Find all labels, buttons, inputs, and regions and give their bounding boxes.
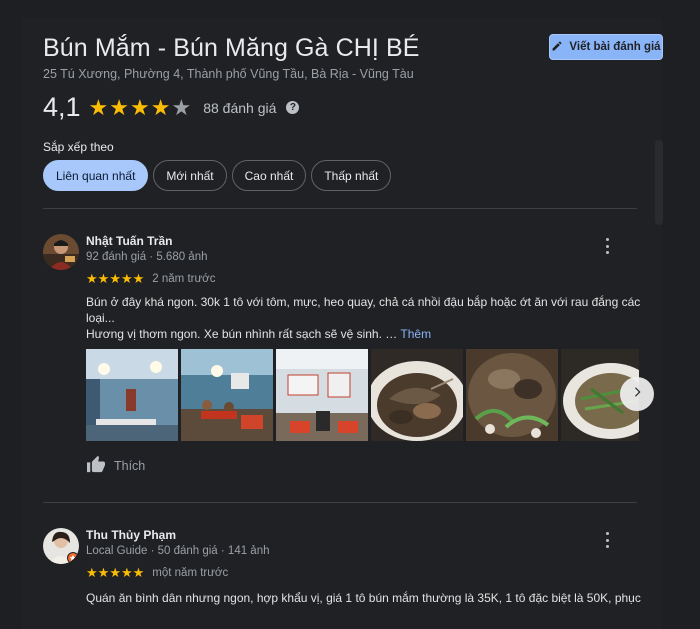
divider (43, 208, 637, 209)
star-icon: ★ (88, 94, 109, 120)
review-text-line: Bún ở đây khá ngon. 30k 1 tô với tôm, mự… (86, 295, 641, 309)
sort-label: Sắp xếp theo (43, 140, 114, 154)
pencil-icon (551, 40, 563, 55)
sort-chips: Liên quan nhất Mới nhất Cao nhất Thấp nh… (43, 160, 392, 191)
review-stars: ★ ★ ★ ★ ★ (86, 566, 144, 579)
reviewer-info: Thu Thủy Phạm Local Guide · 50 đánh giá … (86, 528, 270, 557)
reviewer-meta: 92 đánh giá · 5.680 ảnh (86, 251, 208, 263)
chevron-right-icon (630, 385, 644, 404)
star-icon: ★ (132, 565, 145, 580)
review-photo[interactable] (466, 349, 558, 441)
avatar[interactable] (43, 234, 79, 270)
review-count: 88 đánh giá (203, 99, 277, 116)
place-address: 25 Tú Xương, Phường 4, Thành phố Vũng Tầ… (43, 67, 414, 81)
review-photo[interactable] (181, 349, 273, 441)
write-review-label: Viết bài đánh giá (569, 41, 661, 53)
review-text: Bún ở đây khá ngon. 30k 1 tô với tôm, mự… (86, 294, 641, 342)
reviews-panel: Bún Mắm - Bún Măng Gà CHỊ BÉ 25 Tú Xương… (22, 18, 663, 629)
rating-value: 4,1 (43, 92, 81, 122)
star-icon: ★ (120, 565, 133, 580)
review-rating: ★ ★ ★ ★ ★ một năm trước (86, 566, 228, 579)
review-item: Thu Thủy Phạm Local Guide · 50 đánh giá … (43, 528, 643, 629)
sort-chip-lowest[interactable]: Thấp nhất (311, 160, 392, 191)
more-options-icon[interactable] (601, 532, 613, 548)
review-photos (86, 349, 639, 441)
star-icon: ★ (109, 271, 121, 286)
review-photo[interactable] (86, 349, 178, 441)
review-rating: ★ ★ ★ ★ ★ 2 năm trước (86, 272, 215, 285)
more-link[interactable]: Thêm (400, 327, 431, 341)
sort-chip-newest[interactable]: Mới nhất (153, 160, 227, 191)
reviewer-name[interactable]: Thu Thủy Phạm (86, 528, 270, 542)
reviewer-info: Nhật Tuấn Trần 92 đánh giá · 5.680 ảnh (86, 234, 208, 263)
like-button[interactable]: Thích (86, 455, 145, 476)
review-date: một năm trước (152, 566, 229, 579)
thumbs-up-icon (86, 455, 106, 476)
scrollbar[interactable] (655, 140, 663, 225)
review-item: Nhật Tuấn Trần 92 đánh giá · 5.680 ảnh ★… (43, 234, 654, 494)
next-photo-button[interactable] (620, 377, 654, 411)
star-icon: ★ (97, 271, 110, 286)
review-text-line: Quán ăn bình dân nhưng ngon, hợp khẩu vị… (86, 591, 641, 605)
place-header: Bún Mắm - Bún Măng Gà CHỊ BÉ 25 Tú Xương… (43, 34, 420, 81)
reviewer-meta: Local Guide · 50 đánh giá · 141 ảnh (86, 545, 270, 557)
avatar[interactable] (43, 528, 79, 564)
star-empty-icon: ★ (171, 94, 192, 120)
star-icon: ★ (120, 271, 133, 286)
review-photo[interactable] (276, 349, 368, 441)
review-text-line: loại... (86, 311, 115, 325)
review-date: 2 năm trước (152, 272, 216, 285)
review-text-line: Hương vị thơm ngon. Xe bún nhình rất sạc… (86, 327, 398, 341)
review-photo[interactable] (371, 349, 463, 441)
review-text: Quán ăn bình dân nhưng ngon, hợp khẩu vị… (86, 590, 641, 606)
write-review-button[interactable]: Viết bài đánh giá (549, 34, 663, 60)
star-icon: ★ (97, 565, 110, 580)
local-guide-badge-icon (67, 552, 79, 564)
star-icon: ★ (86, 271, 98, 286)
star-icon: ★ (86, 565, 98, 580)
rating-stars: ★ ★ ★ ★ ★ (88, 94, 192, 120)
divider (43, 502, 637, 503)
star-icon: ★ (132, 271, 145, 286)
reviewer-name[interactable]: Nhật Tuấn Trần (86, 234, 208, 248)
review-stars: ★ ★ ★ ★ ★ (86, 272, 144, 285)
sort-chip-relevant[interactable]: Liên quan nhất (43, 160, 149, 191)
star-icon: ★ (109, 565, 121, 580)
rating-summary: 4,1 ★ ★ ★ ★ ★ 88 đánh giá ? (43, 92, 300, 123)
like-label: Thích (114, 458, 146, 473)
more-options-icon[interactable] (601, 238, 613, 254)
help-icon[interactable]: ? (286, 101, 300, 114)
place-title: Bún Mắm - Bún Măng Gà CHỊ BÉ (43, 34, 420, 62)
sort-chip-highest[interactable]: Cao nhất (231, 160, 307, 191)
star-icon: ★ (150, 94, 171, 120)
star-icon: ★ (109, 94, 130, 120)
star-icon: ★ (130, 94, 150, 120)
